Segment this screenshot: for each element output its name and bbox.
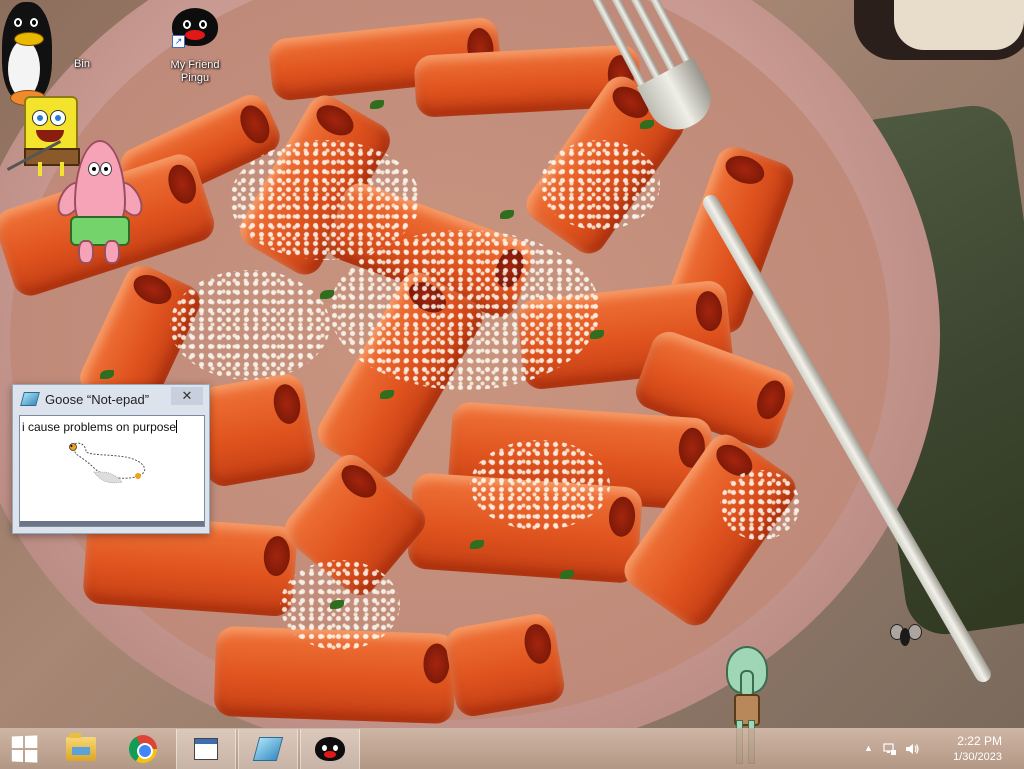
taskbar-file-explorer[interactable] <box>52 729 110 769</box>
pasta-piece <box>443 611 567 719</box>
fly-pet[interactable] <box>890 620 922 654</box>
cheese <box>170 270 330 380</box>
window-title: Goose “Not-epad” <box>45 392 150 407</box>
clock-date[interactable]: 1/30/2023 <box>922 751 1002 763</box>
system-tray: ▲ 2:22 PM 1/30/2023 <box>864 729 1024 769</box>
text-caret <box>176 420 178 433</box>
window-titlebar[interactable]: Goose “Not-epad” ✕ <box>13 385 209 413</box>
cheese <box>720 470 800 540</box>
clock-time[interactable]: 2:22 PM <box>922 734 1002 748</box>
taskbar-pingu[interactable] <box>300 729 360 769</box>
notepad-text-area[interactable]: i cause problems on purpose <box>19 415 205 527</box>
close-button[interactable]: ✕ <box>171 387 203 405</box>
desktop-icon-my-friend-pingu[interactable]: ↗ My Friend Pingu <box>155 8 235 85</box>
taskbar-notepad[interactable] <box>238 729 298 769</box>
file-explorer-icon <box>66 733 96 761</box>
goose-notepad-window[interactable]: Goose “Not-epad” ✕ i cause problems on p… <box>12 384 210 534</box>
status-bar <box>20 521 204 526</box>
taskbar-window[interactable] <box>176 729 236 769</box>
notepad-icon <box>252 737 284 761</box>
taskbar-chrome[interactable] <box>114 729 172 769</box>
notepad-text-line: i cause problems on purpose <box>22 420 178 434</box>
chrome-icon <box>129 735 157 763</box>
start-button[interactable] <box>0 729 48 769</box>
desktop-icon-label: Pingu <box>180 72 210 84</box>
cheese <box>540 140 660 230</box>
windows-start-icon <box>11 735 38 763</box>
goose-drawing <box>69 442 146 484</box>
notepad-icon <box>20 392 40 406</box>
desktop-wallpaper <box>0 0 1024 728</box>
show-hidden-icons-button[interactable]: ▲ <box>864 743 873 753</box>
pasta-piece <box>192 371 318 489</box>
cheese <box>470 440 610 530</box>
desktop-icon-label: My Friend <box>170 59 220 71</box>
notepad-text: i cause problems on purpose <box>22 420 177 434</box>
jar-label <box>894 0 1024 50</box>
desktop-icon-bin[interactable]: Bin <box>22 8 102 71</box>
network-icon[interactable] <box>882 741 898 757</box>
pingu-icon: ↗ <box>172 8 218 48</box>
patrick-pet[interactable] <box>51 140 149 264</box>
taskbar: ▲ 2:22 PM 1/30/2023 <box>0 728 1024 769</box>
volume-icon[interactable] <box>904 741 920 757</box>
window-icon <box>194 738 218 760</box>
desktop-icon-label: Bin <box>74 58 90 70</box>
cheese <box>330 230 600 390</box>
shortcut-arrow-icon: ↗ <box>172 35 185 48</box>
pingu-icon <box>315 737 345 761</box>
